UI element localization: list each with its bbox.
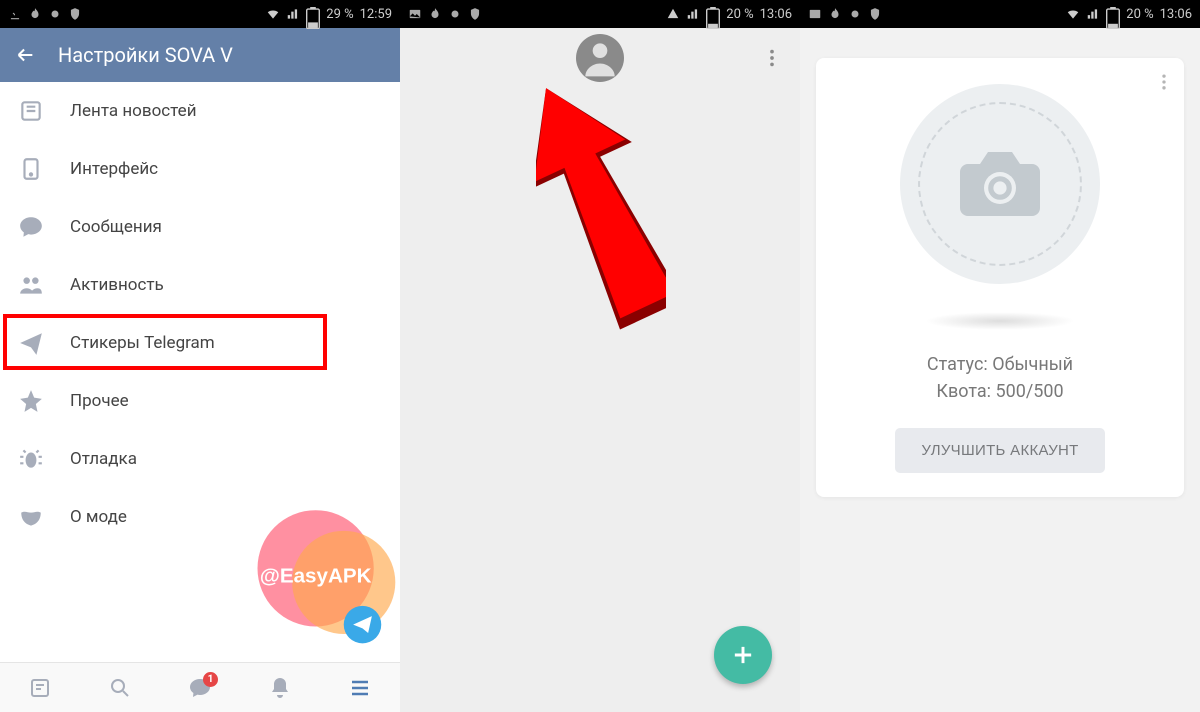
- settings-item-label: Стикеры Telegram: [70, 333, 215, 353]
- status-right-icons: 20 % 13:06: [666, 7, 792, 22]
- cast-icon: [666, 7, 680, 21]
- red-arrow-annotation: [536, 76, 666, 336]
- status-left-icons: [808, 7, 882, 21]
- settings-item-activity[interactable]: Активность: [0, 256, 400, 314]
- nav-news[interactable]: [26, 674, 54, 702]
- nav-search[interactable]: [106, 674, 134, 702]
- battery-percent: 20 %: [1126, 7, 1153, 22]
- settings-item-stickers-telegram[interactable]: Стикеры Telegram: [0, 314, 400, 372]
- account-quota: Квота: 500/500: [936, 381, 1063, 402]
- shield-icon: [68, 7, 82, 21]
- nav-messages[interactable]: 1: [186, 674, 214, 702]
- status-bar: 20 % 13:06: [400, 0, 800, 28]
- screenshot-1: 29 % 12:59 Настройки SOVA V Лента новост…: [0, 0, 400, 712]
- status-bar: 20 % 13:06: [800, 0, 1200, 28]
- battery-icon: [706, 7, 720, 21]
- status-time: 13:06: [760, 7, 792, 22]
- settings-item-news-feed[interactable]: Лента новостей: [0, 82, 400, 140]
- battery-icon: [1106, 7, 1120, 21]
- blurred-name: [925, 312, 1075, 330]
- download-icon: [8, 7, 22, 21]
- settings-item-label: Отладка: [70, 449, 137, 469]
- flame-icon: [828, 7, 842, 21]
- screenshot-3: 20 % 13:06 Статус: Обычный Квота: 500/50…: [800, 0, 1200, 712]
- fab-add-button[interactable]: [714, 626, 772, 684]
- shield-icon: [868, 7, 882, 21]
- settings-item-label: Прочее: [70, 391, 129, 411]
- flame-icon: [428, 7, 442, 21]
- bug-icon: [18, 446, 44, 472]
- circle-icon: [48, 7, 62, 21]
- back-arrow-icon[interactable]: [14, 44, 36, 66]
- nav-menu[interactable]: [346, 674, 374, 702]
- profile-card: Статус: Обычный Квота: 500/500 УЛУЧШИТЬ …: [816, 58, 1184, 497]
- circle-icon: [848, 7, 862, 21]
- settings-item-label: Интерфейс: [70, 159, 158, 179]
- signal-icon: [686, 7, 700, 21]
- star-icon: [18, 388, 44, 414]
- mask-icon: [18, 504, 44, 530]
- people-icon: [18, 272, 44, 298]
- account-status: Статус: Обычный: [927, 354, 1073, 375]
- battery-percent: 20 %: [726, 7, 753, 22]
- nav-notifications[interactable]: [266, 674, 294, 702]
- settings-item-label: Сообщения: [70, 217, 162, 237]
- status-time: 13:06: [1160, 7, 1192, 22]
- bottom-nav: 1: [0, 662, 400, 712]
- signal-icon: [286, 7, 300, 21]
- interface-icon: [18, 156, 44, 182]
- settings-item-label: Активность: [70, 275, 164, 295]
- settings-item-label: О моде: [70, 507, 127, 527]
- battery-icon: [306, 7, 320, 21]
- top-bar: [400, 28, 800, 88]
- flame-icon: [28, 7, 42, 21]
- upgrade-account-button[interactable]: УЛУЧШИТЬ АККАУНТ: [895, 428, 1104, 473]
- signal-icon: [1086, 7, 1100, 21]
- settings-item-other[interactable]: Прочее: [0, 372, 400, 430]
- settings-item-debug[interactable]: Отладка: [0, 430, 400, 488]
- status-bar: 29 % 12:59: [0, 0, 400, 28]
- watermark-text: @EasyAPK: [260, 564, 372, 587]
- news-icon: [18, 98, 44, 124]
- settings-list: Лента новостей Интерфейс Сообщения Актив…: [0, 82, 400, 546]
- shield-icon: [468, 7, 482, 21]
- avatar-placeholder[interactable]: [900, 84, 1100, 284]
- watermark-badge: @EasyAPK: [250, 498, 400, 652]
- profile-avatar-button[interactable]: [576, 34, 624, 82]
- settings-item-messages[interactable]: Сообщения: [0, 198, 400, 256]
- wifi-icon: [266, 7, 280, 21]
- status-time: 12:59: [360, 7, 392, 22]
- status-left-icons: [8, 7, 82, 21]
- settings-item-interface[interactable]: Интерфейс: [0, 140, 400, 198]
- status-right-icons: 29 % 12:59: [266, 7, 392, 22]
- status-left-icons: [408, 7, 482, 21]
- circle-icon: [448, 7, 462, 21]
- picture-icon: [408, 7, 422, 21]
- screenshot-2: 20 % 13:06: [400, 0, 800, 712]
- settings-item-label: Лента новостей: [70, 101, 197, 121]
- wifi-icon: [1066, 7, 1080, 21]
- app-bar: Настройки SOVA V: [0, 28, 400, 82]
- battery-percent: 29 %: [326, 7, 353, 22]
- picture-icon: [808, 7, 822, 21]
- more-button[interactable]: [756, 42, 788, 74]
- paper-plane-icon: [18, 330, 44, 356]
- card-more-button[interactable]: [1154, 72, 1174, 96]
- chat-icon: [18, 214, 44, 240]
- status-right-icons: 20 % 13:06: [1066, 7, 1192, 22]
- app-bar-title: Настройки SOVA V: [58, 43, 233, 67]
- nav-badge: 1: [203, 672, 218, 687]
